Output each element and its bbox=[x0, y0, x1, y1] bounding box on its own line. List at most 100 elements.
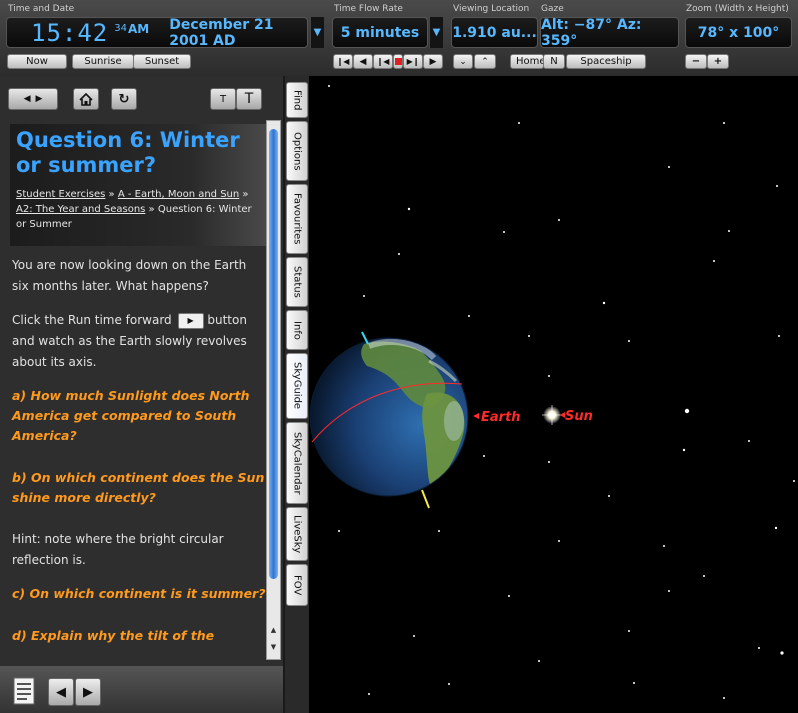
home-button[interactable]: Home bbox=[510, 54, 544, 69]
play-backward-icon: ◀ bbox=[359, 56, 367, 67]
viewing-location-display[interactable]: 1.910 au... bbox=[451, 17, 538, 48]
back-forward-button[interactable]: ◀ ▶ bbox=[8, 88, 58, 110]
run-forward-inline-button[interactable]: ▶ bbox=[177, 312, 204, 329]
zoom-display[interactable]: 78° x 100° bbox=[685, 17, 792, 48]
text-smaller-button[interactable]: T bbox=[210, 88, 236, 110]
arrow-right-icon: ▶ bbox=[83, 684, 93, 700]
guide-content: Question 6: Winter or summer? Student Ex… bbox=[10, 124, 268, 664]
north-button[interactable]: N bbox=[543, 54, 565, 69]
zoom-in-button[interactable]: + bbox=[707, 54, 729, 69]
back-icon: ◀ bbox=[23, 94, 31, 104]
next-page-button[interactable]: ▶ bbox=[75, 678, 101, 706]
chevron-down-icon: ▼ bbox=[432, 27, 441, 38]
run-backward-button[interactable]: ◀ bbox=[353, 54, 373, 69]
tab-skyguide[interactable]: SkyGuide bbox=[286, 353, 308, 419]
chevron-up-icon: ⌃ bbox=[481, 56, 489, 67]
paragraph-instructions: Click the Run time forward ▶ button and … bbox=[10, 310, 268, 373]
breadcrumb-student-exercises[interactable]: Student Exercises bbox=[16, 189, 105, 200]
document-list-icon bbox=[13, 677, 35, 705]
sky-canvas: Earth Sun bbox=[309, 85, 795, 699]
play-forward-icon: ▶ bbox=[429, 56, 437, 67]
time-flow-display[interactable]: 5 minutes bbox=[332, 17, 428, 48]
tab-favourites[interactable]: Favourites bbox=[286, 184, 308, 254]
guide-bottom-bar: ◀ ▶ bbox=[0, 666, 283, 713]
breadcrumb-year-seasons[interactable]: A2: The Year and Seasons bbox=[16, 204, 145, 215]
question-header: Question 6: Winter or summer? Student Ex… bbox=[10, 124, 268, 246]
refresh-icon: ↻ bbox=[118, 91, 130, 107]
location-up-button[interactable]: ⌃ bbox=[474, 54, 496, 69]
tab-find[interactable]: Find bbox=[286, 82, 308, 118]
tab-skycalendar[interactable]: SkyCalendar bbox=[286, 422, 308, 504]
spaceship-button[interactable]: Spaceship bbox=[566, 54, 646, 69]
tab-label: Info bbox=[291, 320, 303, 340]
earth-label[interactable]: Earth bbox=[473, 410, 521, 425]
sunset-button[interactable]: Sunset bbox=[133, 54, 191, 69]
scrollbar-thumb[interactable] bbox=[269, 129, 278, 579]
time-date-label: Time and Date bbox=[8, 4, 75, 14]
sun[interactable] bbox=[542, 405, 562, 425]
tab-label: Status bbox=[291, 266, 303, 298]
contents-button[interactable] bbox=[12, 676, 38, 706]
step-forward-button[interactable]: ▶❙ bbox=[403, 54, 423, 69]
tab-livesky[interactable]: LiveSky bbox=[286, 507, 308, 561]
earth[interactable] bbox=[309, 331, 469, 509]
viewing-location-label: Viewing Location bbox=[453, 4, 530, 14]
date-dropdown-arrow[interactable]: ▼ bbox=[310, 17, 324, 48]
tab-label: FOV bbox=[291, 574, 303, 596]
scroll-down-arrow[interactable]: ▼ bbox=[268, 641, 279, 653]
guide-scrollbar[interactable]: ▲ ▼ bbox=[266, 120, 281, 660]
gaze-label: Gaze bbox=[541, 4, 564, 14]
sunrise-button[interactable]: Sunrise bbox=[72, 54, 134, 69]
clock-ampm: AM bbox=[127, 22, 150, 36]
hint-text: Hint: note where the bright circular ref… bbox=[12, 532, 224, 567]
location-down-button[interactable]: ⌄ bbox=[453, 54, 473, 69]
tab-label: Find bbox=[291, 89, 303, 111]
tab-label: LiveSky bbox=[291, 514, 303, 554]
question-a: a) How much Sunlight does North America … bbox=[12, 388, 250, 443]
question-c: c) On which continent is it summer? bbox=[12, 586, 266, 601]
step-backward-icon: ❙◀ bbox=[376, 57, 390, 66]
tab-options[interactable]: Options bbox=[286, 121, 308, 181]
home-icon bbox=[79, 92, 93, 106]
time-flow-dropdown-arrow[interactable]: ▼ bbox=[429, 17, 443, 48]
zoom-out-button[interactable]: − bbox=[685, 54, 707, 69]
tab-fov[interactable]: FOV bbox=[286, 564, 308, 606]
top-toolbar: Time and Date Time Flow Rate Viewing Loc… bbox=[0, 0, 798, 76]
tab-info[interactable]: Info bbox=[286, 310, 308, 350]
text-larger-button[interactable]: T bbox=[236, 88, 262, 110]
page-title: Question 6: Winter or summer? bbox=[16, 128, 240, 177]
clock-hours-minutes: 15:42 bbox=[31, 18, 109, 47]
stop-icon bbox=[394, 58, 402, 65]
sky-view[interactable]: Earth Sun bbox=[309, 76, 798, 713]
step-forward-icon: ▶❙ bbox=[406, 57, 420, 66]
breadcrumb-separator: » bbox=[105, 189, 118, 200]
time-date-display[interactable]: 15:42 34 AM December 21 2001 AD bbox=[6, 16, 308, 49]
breadcrumb-earth-moon-sun[interactable]: A - Earth, Moon and Sun bbox=[118, 189, 239, 200]
now-button[interactable]: Now bbox=[7, 54, 67, 69]
paragraph-intro: You are now looking down on the Earth si… bbox=[12, 258, 247, 293]
zoom-value: 78° x 100° bbox=[697, 24, 780, 41]
date-value: December 21 2001 AD bbox=[169, 16, 274, 49]
scroll-up-arrow[interactable]: ▲ bbox=[268, 624, 279, 636]
tab-status[interactable]: Status bbox=[286, 257, 308, 307]
side-tab-strip: Find Options Favourites Status Info SkyG… bbox=[285, 76, 309, 713]
breadcrumb-separator: » bbox=[145, 204, 158, 215]
play-forward-icon: ▶ bbox=[187, 316, 194, 325]
forward-icon: ▶ bbox=[35, 94, 43, 104]
sun-label-text: Sun bbox=[565, 409, 593, 424]
previous-page-button[interactable]: ◀ bbox=[48, 678, 74, 706]
breadcrumb-separator: » bbox=[239, 189, 249, 200]
skip-back-button[interactable]: ❙◀ bbox=[333, 54, 353, 69]
gaze-display[interactable]: Alt: −87° Az: 359° bbox=[540, 17, 679, 49]
arrow-left-icon: ◀ bbox=[56, 684, 66, 700]
home-nav-button[interactable] bbox=[73, 88, 99, 110]
chevron-down-icon: ▼ bbox=[313, 27, 322, 38]
step-backward-button[interactable]: ❙◀ bbox=[373, 54, 393, 69]
run-forward-button[interactable]: ▶ bbox=[423, 54, 443, 69]
sun-label[interactable]: Sun bbox=[560, 409, 593, 424]
refresh-button[interactable]: ↻ bbox=[111, 88, 137, 110]
question-b: b) On which continent does the Sun shine… bbox=[12, 470, 265, 505]
text-size-small-icon: T bbox=[219, 93, 227, 105]
stop-button[interactable] bbox=[393, 54, 403, 69]
tab-label: SkyCalendar bbox=[291, 431, 303, 495]
